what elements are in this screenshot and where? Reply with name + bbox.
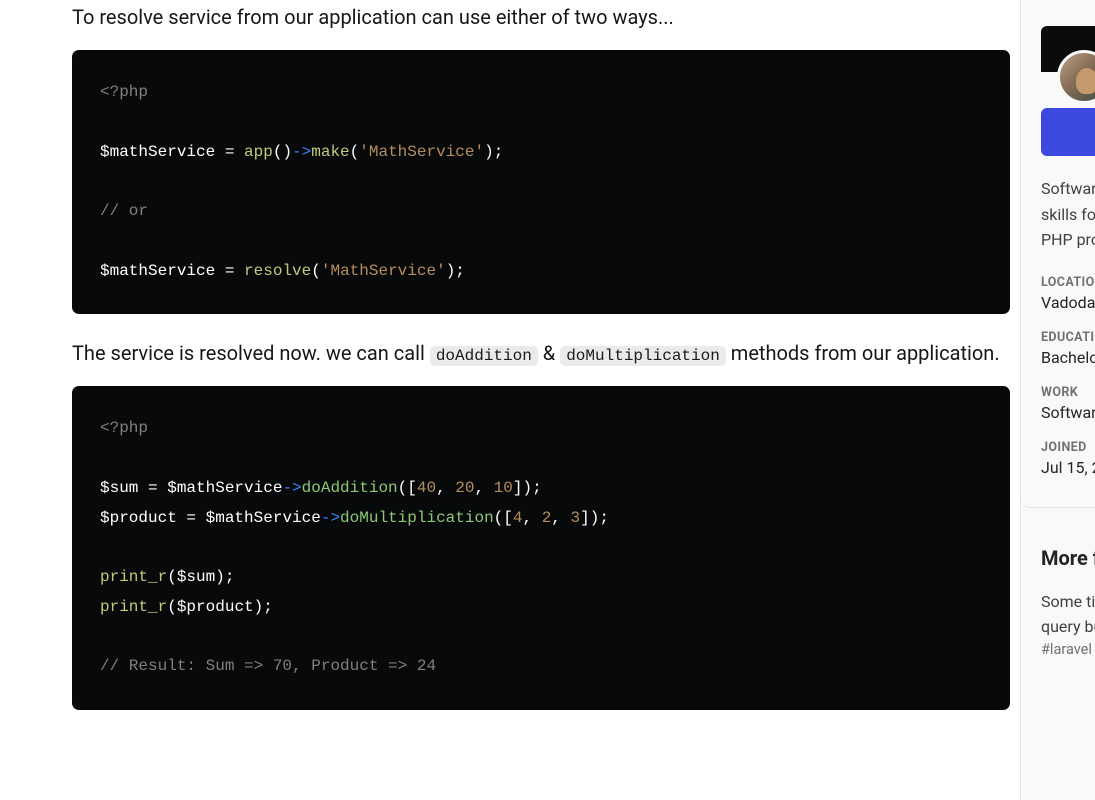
code-block-usage: <?php $sum = $mathService->doAddition([4… [72, 386, 1010, 710]
author-header [1021, 0, 1095, 100]
author-card: Follow Software engineer with 5+ years o… [1021, 0, 1095, 508]
author-meta-education: EDUCATION Bachelor of Engineering [1021, 322, 1095, 367]
author-meta-joined: JOINED Jul 15, 2019 [1021, 432, 1095, 477]
more-from-entry-tag: #laravel [1041, 639, 1095, 661]
author-meta-location: LOCATION Vadodara, India [1021, 267, 1095, 312]
meta-value-location: Vadodara, India [1041, 293, 1095, 312]
inline-code-doaddition: doAddition [430, 346, 538, 366]
meta-label-work: WORK [1041, 385, 1095, 400]
paragraph-resolved: The service is resolved now. we can call… [72, 338, 1010, 368]
meta-value-work: Software Engineer [1041, 403, 1095, 422]
code-block-resolve: <?php $mathService = app()->make('MathSe… [72, 50, 1010, 314]
sidebar: Follow Software engineer with 5+ years o… [1020, 0, 1095, 800]
code-comment-result: // Result: Sum => 70, Product => 24 [100, 657, 436, 675]
more-from-entry-title: Some tips for Laravel Eloquent query bui… [1041, 590, 1095, 640]
author-meta-work: WORK Software Engineer [1021, 377, 1095, 422]
follow-button[interactable]: Follow [1041, 108, 1095, 156]
meta-value-joined: Jul 15, 2019 [1041, 458, 1095, 477]
more-from-entry[interactable]: Some tips for Laravel Eloquent query bui… [1041, 590, 1095, 662]
meta-label-joined: JOINED [1041, 440, 1095, 455]
inline-code-domultiplication: doMultiplication [560, 346, 726, 366]
paragraph-intro: To resolve service from our application … [72, 2, 1010, 32]
meta-value-education: Bachelor of Engineering [1041, 348, 1095, 367]
more-from-title: More from [1041, 546, 1095, 570]
article-body: To resolve service from our application … [0, 0, 1010, 734]
author-bio: Software engineer with 5+ years of skill… [1021, 170, 1095, 267]
php-open: <?php [100, 83, 148, 101]
code-comment-or: // or [100, 202, 148, 220]
code-var: $mathService [100, 143, 215, 161]
more-from-card: More from Some tips for Laravel Eloquent… [1021, 528, 1095, 672]
meta-label-education: EDUCATION [1041, 330, 1095, 345]
meta-label-location: LOCATION [1041, 275, 1095, 290]
avatar-face [1076, 68, 1095, 94]
